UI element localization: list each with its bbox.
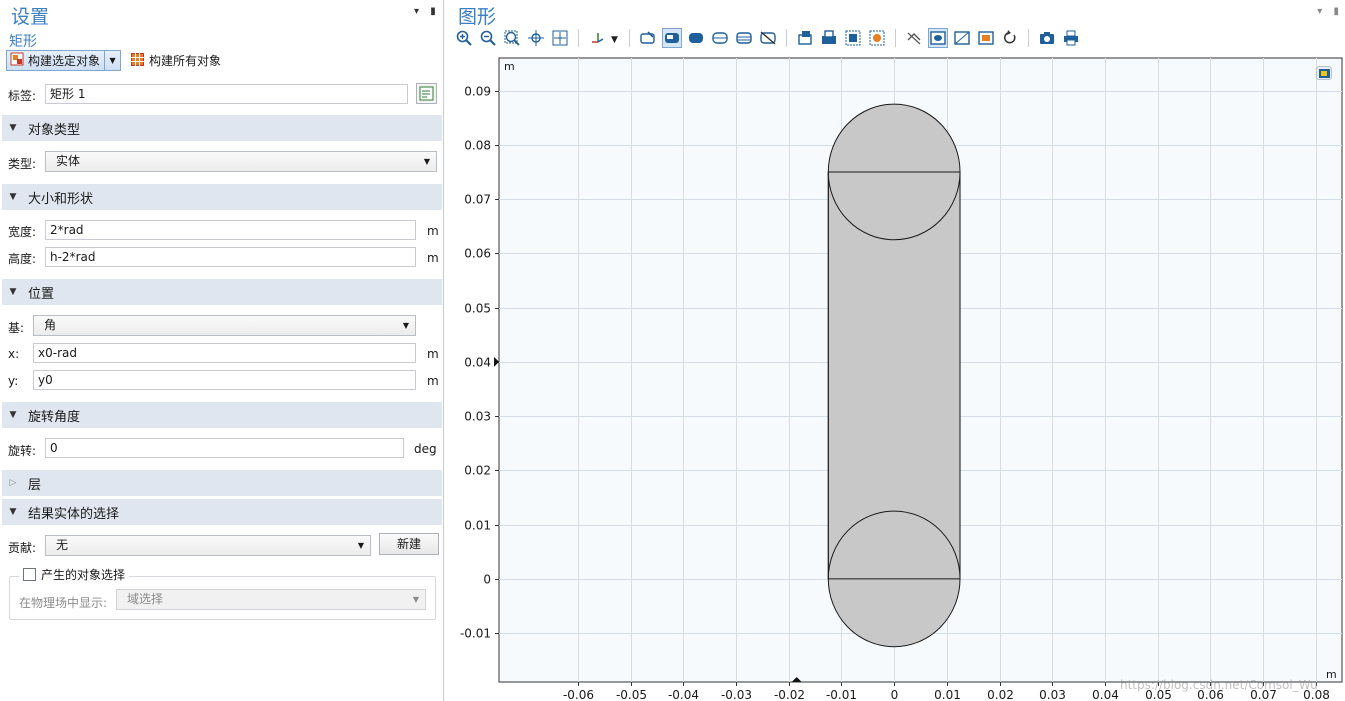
label-field-label: 标签: bbox=[8, 89, 37, 103]
build-selected-button[interactable]: 构建选定对象 bbox=[6, 50, 106, 71]
height-input[interactable]: h-2*rad bbox=[45, 247, 416, 267]
x-unit: m bbox=[427, 347, 439, 361]
section-rotation-title: 旋转角度 bbox=[28, 409, 81, 425]
show-in-physics-label: 在物理场中显示: bbox=[19, 596, 108, 610]
section-layers[interactable]: ▷ 层 bbox=[2, 470, 442, 496]
y-tick-label: 0.01 bbox=[464, 519, 491, 533]
y-tick-label: 0.03 bbox=[464, 410, 491, 424]
type-label: 类型: bbox=[8, 157, 37, 171]
section-rotation[interactable]: ▼ 旋转角度 bbox=[2, 402, 442, 428]
geometry-layer[interactable] bbox=[827, 103, 961, 648]
chevron-down-icon: ▼ bbox=[423, 157, 430, 166]
y-tick-label: 0.08 bbox=[464, 139, 491, 153]
contribute-select[interactable]: 无 ▼ bbox=[45, 535, 371, 556]
x-unit-label: m bbox=[1326, 668, 1337, 681]
view-widget-icon[interactable] bbox=[1316, 66, 1332, 80]
section-object-type[interactable]: ▼ 对象类型 bbox=[2, 115, 442, 141]
base-select[interactable]: 角 ▼ bbox=[33, 315, 416, 336]
show-in-physics-value: 域选择 bbox=[127, 592, 164, 606]
show-in-physics-select[interactable]: 域选择 ▼ bbox=[116, 589, 426, 610]
y-tick-label: 0.06 bbox=[464, 247, 491, 261]
build-selected-label: 构建选定对象 bbox=[28, 54, 101, 68]
x-tick-label: -0.03 bbox=[721, 688, 752, 701]
x-label: x: bbox=[8, 347, 20, 361]
x-tick-label: 0.01 bbox=[934, 688, 961, 701]
x-tick-label: -0.01 bbox=[826, 688, 857, 701]
y-label: y: bbox=[8, 374, 19, 388]
y-unit-label: m bbox=[504, 60, 515, 73]
height-label: 高度: bbox=[8, 252, 37, 266]
y-unit: m bbox=[427, 374, 439, 388]
settings-panel: 设置 ▾ ▮ 矩形 构建选定对象 ▼ 构建所有对象 标签: 矩形 1 ▼ 对象类… bbox=[0, 0, 444, 701]
x-tick-label: -0.06 bbox=[563, 688, 594, 701]
expand-icon: ▷ bbox=[9, 478, 17, 488]
y-tick-label: 0.07 bbox=[464, 193, 491, 207]
y-axis-marker bbox=[494, 356, 499, 367]
x-tick-label: 0.03 bbox=[1039, 688, 1066, 701]
width-unit: m bbox=[427, 224, 439, 238]
section-position-title: 位置 bbox=[28, 286, 55, 302]
label-edit-icon[interactable] bbox=[416, 83, 437, 104]
contribute-label: 贡献: bbox=[8, 541, 37, 555]
y-input[interactable]: y0 bbox=[33, 370, 416, 390]
plot-canvas[interactable]: -0.06 -0.05 -0.04 -0.03 -0.02 -0.01 0 0.01 0.02 0… bbox=[448, 0, 1345, 701]
contribute-select-value: 无 bbox=[56, 538, 69, 552]
rotation-unit: deg bbox=[414, 442, 437, 456]
y-tick-label: -0.01 bbox=[460, 627, 491, 641]
label-input[interactable]: 矩形 1 bbox=[45, 84, 408, 104]
y-tick-label: 0.09 bbox=[464, 85, 491, 99]
resulting-selection-header: 产生的对象选择 bbox=[19, 566, 130, 582]
new-selection-button[interactable]: 新建 bbox=[379, 533, 439, 555]
build-dropdown-arrow[interactable]: ▼ bbox=[105, 50, 122, 71]
y-tick-label: 0.04 bbox=[464, 356, 491, 370]
type-select[interactable]: 实体 ▼ bbox=[45, 151, 437, 172]
x-tick-label: 0 bbox=[891, 688, 899, 701]
build-all-icon bbox=[131, 52, 145, 69]
section-size-shape-title: 大小和形状 bbox=[28, 191, 94, 207]
chevron-down-icon: ▼ bbox=[402, 321, 409, 330]
base-label: 基: bbox=[8, 321, 25, 335]
y-tick-label: 0.05 bbox=[464, 302, 491, 316]
section-layers-title: 层 bbox=[28, 477, 42, 493]
resulting-selection-checkbox[interactable] bbox=[23, 567, 36, 581]
section-selection[interactable]: ▼ 结果实体的选择 bbox=[2, 499, 442, 525]
collapse-icon: ▼ bbox=[9, 287, 17, 297]
collapse-icon: ▼ bbox=[9, 192, 17, 202]
x-tick-label: 0.02 bbox=[987, 688, 1014, 701]
section-position[interactable]: ▼ 位置 bbox=[2, 279, 442, 305]
width-input[interactable]: 2*rad bbox=[45, 220, 416, 240]
watermark-text: https://blog.csdn.net/Comsol_Wu bbox=[1120, 678, 1318, 692]
x-tick-label: -0.05 bbox=[616, 688, 647, 701]
settings-title: 设置 bbox=[11, 6, 50, 28]
build-all-label: 构建所有对象 bbox=[149, 54, 222, 68]
x-tick-label: 0.04 bbox=[1092, 688, 1119, 701]
resulting-selection-label: 产生的对象选择 bbox=[41, 567, 126, 582]
section-selection-title: 结果实体的选择 bbox=[28, 506, 120, 522]
height-unit: m bbox=[427, 251, 439, 265]
y-tick-label: 0.02 bbox=[464, 464, 491, 478]
y-tick-label: 0 bbox=[483, 573, 491, 587]
node-type-label: 矩形 bbox=[9, 34, 37, 50]
build-all-button[interactable]: 构建所有对象 bbox=[131, 52, 221, 69]
rotation-label: 旋转: bbox=[8, 444, 37, 458]
section-object-type-title: 对象类型 bbox=[28, 122, 81, 138]
width-label: 宽度: bbox=[8, 225, 37, 239]
chevron-down-icon: ▼ bbox=[357, 541, 364, 550]
base-select-value: 角 bbox=[44, 318, 57, 332]
panel-window-controls[interactable]: ▾ ▮ bbox=[414, 6, 440, 17]
build-toolbar: 构建选定对象 ▼ 构建所有对象 bbox=[6, 50, 221, 71]
graphics-panel: 图形 ▾ ▮ ▼ -0.06 -0.05 -0.04 -0.03 -0.02 -… bbox=[448, 0, 1345, 701]
rotation-input[interactable]: 0 bbox=[45, 438, 404, 458]
x-tick-label: -0.04 bbox=[668, 688, 699, 701]
x-tick-label: -0.02 bbox=[774, 688, 805, 701]
section-size-shape[interactable]: ▼ 大小和形状 bbox=[2, 184, 442, 210]
build-selected-icon bbox=[10, 52, 24, 69]
collapse-icon: ▼ bbox=[9, 507, 17, 517]
collapse-icon: ▼ bbox=[9, 123, 17, 133]
collapse-icon: ▼ bbox=[9, 410, 17, 420]
x-input[interactable]: x0-rad bbox=[33, 343, 416, 363]
chevron-down-icon: ▼ bbox=[412, 595, 419, 604]
type-select-value: 实体 bbox=[56, 154, 81, 168]
